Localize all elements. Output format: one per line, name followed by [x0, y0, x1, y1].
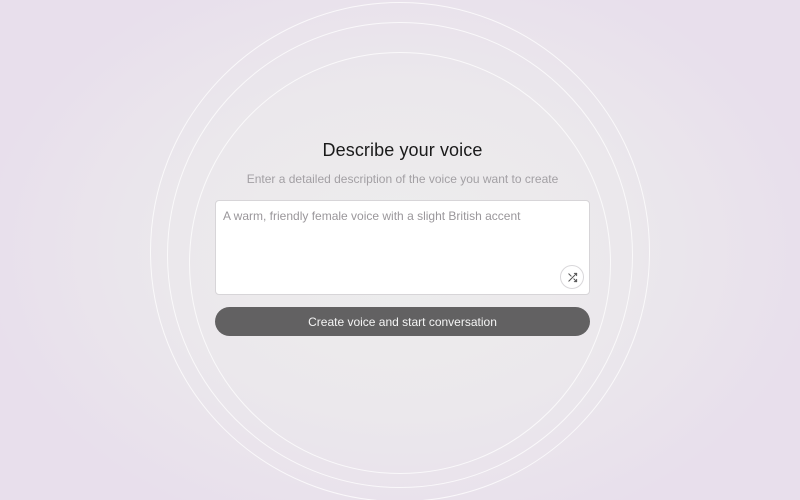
shuffle-icon — [567, 272, 577, 282]
voice-description-input[interactable] — [216, 201, 589, 294]
create-voice-button[interactable]: Create voice and start conversation — [215, 307, 590, 336]
page-title: Describe your voice — [322, 140, 483, 160]
page-background: Describe your voice Enter a detailed des… — [0, 0, 800, 500]
voice-form: Describe your voice Enter a detailed des… — [215, 138, 590, 336]
shuffle-button[interactable] — [560, 265, 584, 289]
page-subtitle: Enter a detailed description of the voic… — [246, 172, 559, 186]
description-field — [215, 200, 590, 295]
